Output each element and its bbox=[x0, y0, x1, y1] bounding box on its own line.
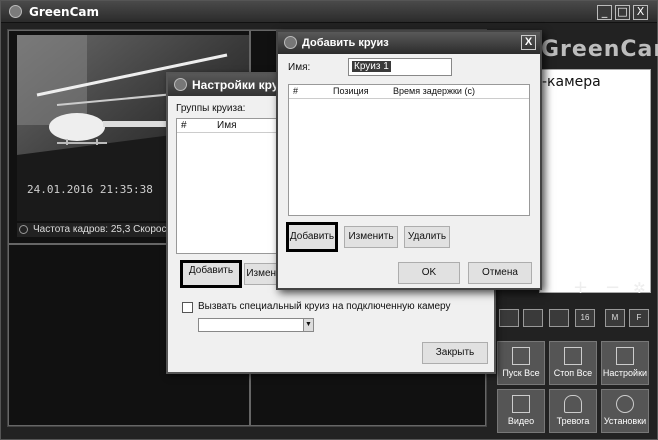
cruise-name-value: Круиз 1 bbox=[352, 61, 391, 72]
column-header-name: Имя bbox=[217, 120, 237, 131]
play-all-button[interactable]: Пуск Все bbox=[497, 341, 545, 385]
special-cruise-checkbox-label: Вызвать специальный круиз на подключенну… bbox=[198, 301, 451, 312]
alarm-button[interactable]: Тревога bbox=[549, 389, 597, 433]
stop-all-label: Стоп Все bbox=[553, 368, 593, 378]
layout-fullscreen-icon[interactable]: F bbox=[629, 309, 649, 327]
app-logo-icon bbox=[9, 5, 22, 18]
alarm-label: Тревога bbox=[556, 416, 590, 426]
frame-rate-text: Частота кадров: 25,3 Скорост bbox=[33, 224, 172, 235]
edit-position-button[interactable]: Изменить bbox=[344, 226, 398, 248]
add-camera-button[interactable]: + bbox=[573, 277, 588, 298]
main-titlebar[interactable]: GreenCam _ □ X bbox=[1, 1, 657, 23]
add-cruise-dialog: Добавить круиз X Имя: Круиз 1 # Позиция … bbox=[276, 30, 542, 290]
camera-timestamp: 24.01.2016 21:35:38 bbox=[27, 183, 153, 196]
ok-button[interactable]: OK bbox=[398, 262, 460, 284]
close-button[interactable]: X bbox=[633, 5, 648, 20]
cruise-groups-table[interactable]: # Имя bbox=[176, 118, 286, 254]
close-settings-button[interactable]: Закрыть bbox=[422, 342, 488, 364]
settings-dialog-icon bbox=[174, 78, 187, 91]
column-header-number: # bbox=[293, 86, 299, 96]
close-icon[interactable]: X bbox=[521, 35, 536, 50]
column-header-number: # bbox=[181, 120, 187, 131]
special-cruise-checkbox[interactable] bbox=[182, 302, 193, 313]
maximize-button[interactable]: □ bbox=[615, 5, 630, 20]
add-group-button[interactable]: Добавить bbox=[180, 260, 242, 288]
remove-camera-button[interactable]: − bbox=[605, 277, 620, 298]
layout-4-icon[interactable] bbox=[523, 309, 543, 327]
cruise-groups-table-header: # Имя bbox=[177, 119, 285, 133]
minimize-button[interactable]: _ bbox=[597, 5, 612, 20]
settings-button[interactable]: Настройки bbox=[601, 341, 649, 385]
cruise-groups-label: Группы круиза: bbox=[176, 103, 246, 114]
add-cruise-titlebar[interactable]: Добавить круиз X bbox=[278, 32, 540, 54]
app-title: GreenCam bbox=[29, 5, 99, 19]
special-cruise-select[interactable]: ▼ bbox=[198, 318, 314, 332]
chevron-down-icon[interactable]: ▼ bbox=[303, 319, 313, 331]
cruise-name-label: Имя: bbox=[288, 62, 311, 73]
setup-label: Установки bbox=[603, 416, 647, 426]
gear-icon[interactable]: ✲ bbox=[633, 279, 646, 297]
wrench-icon bbox=[616, 395, 634, 413]
column-header-delay: Время задержки (с) bbox=[393, 86, 475, 96]
brand-logo: GreenCam bbox=[541, 37, 658, 62]
layout-m-icon[interactable]: M bbox=[605, 309, 625, 327]
camera-list[interactable]: -камера bbox=[539, 69, 651, 293]
video-icon bbox=[512, 395, 530, 413]
video-label: Видео bbox=[507, 416, 535, 426]
layout-1-icon[interactable] bbox=[499, 309, 519, 327]
layout-16-icon[interactable]: 16 bbox=[575, 309, 595, 327]
cruise-name-input[interactable]: Круиз 1 bbox=[348, 58, 452, 76]
cancel-button[interactable]: Отмена bbox=[468, 262, 532, 284]
alarm-bell-icon bbox=[564, 395, 582, 413]
setup-button[interactable]: Установки bbox=[601, 389, 649, 433]
play-all-icon bbox=[512, 347, 530, 365]
delete-position-button[interactable]: Удалить bbox=[404, 226, 450, 248]
add-position-button[interactable]: Добавить bbox=[286, 222, 338, 252]
stop-all-button[interactable]: Стоп Все bbox=[549, 341, 597, 385]
column-header-position: Позиция bbox=[333, 86, 369, 96]
add-cruise-title: Добавить круиз bbox=[302, 37, 389, 49]
add-cruise-dialog-icon bbox=[284, 36, 297, 49]
play-all-label: Пуск Все bbox=[502, 368, 540, 378]
camera-list-item[interactable]: -камера bbox=[542, 74, 601, 90]
settings-icon bbox=[616, 347, 634, 365]
cruise-positions-table[interactable]: # Позиция Время задержки (с) bbox=[288, 84, 530, 216]
status-indicator-icon bbox=[19, 225, 28, 234]
settings-label: Настройки bbox=[602, 368, 648, 378]
cruise-positions-table-header: # Позиция Время задержки (с) bbox=[289, 85, 529, 99]
video-button[interactable]: Видео bbox=[497, 389, 545, 433]
stop-all-icon bbox=[564, 347, 582, 365]
layout-9-icon[interactable] bbox=[549, 309, 569, 327]
